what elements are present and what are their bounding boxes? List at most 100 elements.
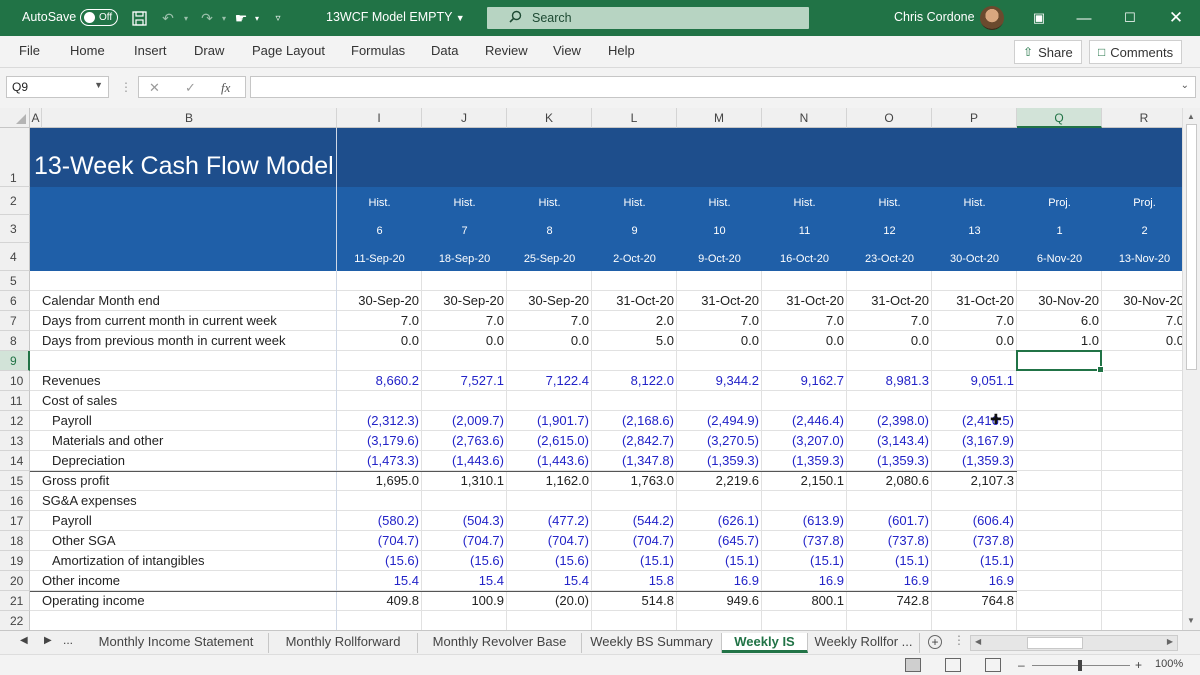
- name-box-dropdown-icon[interactable]: ▼: [94, 80, 103, 90]
- maximize-icon[interactable]: ☐: [1120, 8, 1140, 28]
- close-icon[interactable]: ✕: [1166, 8, 1186, 28]
- row-header-7[interactable]: 7: [0, 311, 30, 331]
- prev-sheet-icon[interactable]: ◀: [20, 635, 28, 646]
- data-cell[interactable]: (2,398.0): [847, 413, 929, 428]
- file-name[interactable]: 13WCF Model EMPTY ▼: [326, 10, 465, 24]
- data-cell[interactable]: 9,051.1: [932, 373, 1014, 388]
- data-cell[interactable]: 30-Nov-20: [1102, 293, 1182, 308]
- tab-file[interactable]: File: [19, 43, 40, 58]
- save-icon[interactable]: [130, 8, 148, 28]
- row-header-21[interactable]: 21: [0, 591, 30, 611]
- touch-dropdown-icon[interactable]: ▾: [252, 8, 262, 28]
- data-cell[interactable]: (15.1): [847, 553, 929, 568]
- data-cell[interactable]: (2,842.7): [592, 433, 674, 448]
- normal-view-icon[interactable]: [905, 658, 921, 672]
- select-all-button[interactable]: [0, 108, 30, 128]
- add-sheet-icon[interactable]: +: [928, 635, 942, 649]
- data-cell[interactable]: (1,473.3): [337, 453, 419, 468]
- data-cell[interactable]: (1,901.7): [507, 413, 589, 428]
- data-cell[interactable]: 0.0: [677, 333, 759, 348]
- horizontal-scroll-thumb[interactable]: [1027, 637, 1083, 649]
- zoom-in-icon[interactable]: +: [1135, 658, 1142, 672]
- sheet-tab-weekly-is[interactable]: Weekly IS: [722, 633, 808, 653]
- data-cell[interactable]: (3,270.5): [677, 433, 759, 448]
- data-cell[interactable]: 0.0: [762, 333, 844, 348]
- data-cell[interactable]: 409.8: [337, 593, 419, 608]
- row-header-19[interactable]: 19: [0, 551, 30, 571]
- column-header-b[interactable]: B: [42, 108, 337, 128]
- data-cell[interactable]: 16.9: [932, 573, 1014, 588]
- data-cell[interactable]: 15.8: [592, 573, 674, 588]
- sheet-tab-monthly-revolver-base[interactable]: Monthly Revolver Base: [418, 633, 582, 653]
- data-cell[interactable]: 0.0: [847, 333, 929, 348]
- data-cell[interactable]: 1.0: [1017, 333, 1099, 348]
- data-cell[interactable]: (15.1): [932, 553, 1014, 568]
- more-sheets-left[interactable]: ...: [63, 633, 73, 647]
- data-cell[interactable]: 16.9: [847, 573, 929, 588]
- tab-formulas[interactable]: Formulas: [351, 43, 405, 58]
- vertical-scroll-thumb[interactable]: [1186, 124, 1197, 370]
- data-cell[interactable]: (1,443.6): [507, 453, 589, 468]
- insert-function-icon[interactable]: fx: [221, 80, 230, 96]
- data-cell[interactable]: (613.9): [762, 513, 844, 528]
- data-cell[interactable]: 9,162.7: [762, 373, 844, 388]
- data-cell[interactable]: 16.9: [677, 573, 759, 588]
- cancel-icon[interactable]: ✕: [149, 80, 160, 96]
- vertical-scrollbar[interactable]: ▲ ▼: [1182, 108, 1200, 630]
- row-header-15[interactable]: 15: [0, 471, 30, 491]
- row-header-16[interactable]: 16: [0, 491, 30, 511]
- data-cell[interactable]: 1,310.1: [422, 473, 504, 488]
- tab-review[interactable]: Review: [485, 43, 528, 58]
- scroll-left-icon[interactable]: ◀: [975, 637, 981, 646]
- column-header-o[interactable]: O: [847, 108, 932, 128]
- row-header-14[interactable]: 14: [0, 451, 30, 471]
- column-header-m[interactable]: M: [677, 108, 762, 128]
- column-header-n[interactable]: N: [762, 108, 847, 128]
- data-cell[interactable]: (2,763.6): [422, 433, 504, 448]
- active-cell[interactable]: [1016, 350, 1104, 373]
- data-cell[interactable]: 0.0: [337, 333, 419, 348]
- data-cell[interactable]: 0.0: [507, 333, 589, 348]
- data-cell[interactable]: 30-Nov-20: [1017, 293, 1099, 308]
- data-cell[interactable]: (704.7): [422, 533, 504, 548]
- data-cell[interactable]: 31-Oct-20: [592, 293, 674, 308]
- data-cell[interactable]: (1,359.3): [677, 453, 759, 468]
- data-cell[interactable]: 9,344.2: [677, 373, 759, 388]
- undo-icon[interactable]: ↶: [158, 8, 178, 28]
- data-cell[interactable]: 7.0: [422, 313, 504, 328]
- data-cell[interactable]: 31-Oct-20: [847, 293, 929, 308]
- sheet-tab-monthly-rollforward[interactable]: Monthly Rollforward: [269, 633, 418, 653]
- data-cell[interactable]: 15.4: [422, 573, 504, 588]
- data-cell[interactable]: (15.6): [422, 553, 504, 568]
- zoom-out-icon[interactable]: –: [1018, 658, 1025, 672]
- data-cell[interactable]: 2,150.1: [762, 473, 844, 488]
- data-cell[interactable]: (3,143.4): [847, 433, 929, 448]
- data-cell[interactable]: (737.8): [847, 533, 929, 548]
- data-cell[interactable]: (2,615.0): [507, 433, 589, 448]
- data-cell[interactable]: 0.0: [422, 333, 504, 348]
- page-break-view-icon[interactable]: [985, 658, 1001, 672]
- data-cell[interactable]: (606.4): [932, 513, 1014, 528]
- data-cell[interactable]: 31-Oct-20: [677, 293, 759, 308]
- formula-input[interactable]: ⌄: [250, 76, 1196, 98]
- data-cell[interactable]: (626.1): [677, 513, 759, 528]
- data-cell[interactable]: 764.8: [932, 593, 1014, 608]
- scroll-right-icon[interactable]: ▶: [1167, 637, 1173, 646]
- data-cell[interactable]: 514.8: [592, 593, 674, 608]
- data-cell[interactable]: (737.8): [762, 533, 844, 548]
- data-cell[interactable]: (3,167.9): [932, 433, 1014, 448]
- data-cell[interactable]: 31-Oct-20: [762, 293, 844, 308]
- data-cell[interactable]: 1,162.0: [507, 473, 589, 488]
- data-cell[interactable]: 949.6: [677, 593, 759, 608]
- data-cell[interactable]: 7,527.1: [422, 373, 504, 388]
- data-cell[interactable]: (601.7): [847, 513, 929, 528]
- tab-view[interactable]: View: [553, 43, 581, 58]
- data-cell[interactable]: 2.0: [592, 313, 674, 328]
- search-box[interactable]: Search: [487, 7, 809, 29]
- tab-insert[interactable]: Insert: [134, 43, 167, 58]
- column-header-j[interactable]: J: [422, 108, 507, 128]
- data-cell[interactable]: 8,660.2: [337, 373, 419, 388]
- avatar[interactable]: [980, 6, 1004, 30]
- data-cell[interactable]: (2,446.4): [762, 413, 844, 428]
- share-button[interactable]: ⇧ Share: [1014, 40, 1082, 64]
